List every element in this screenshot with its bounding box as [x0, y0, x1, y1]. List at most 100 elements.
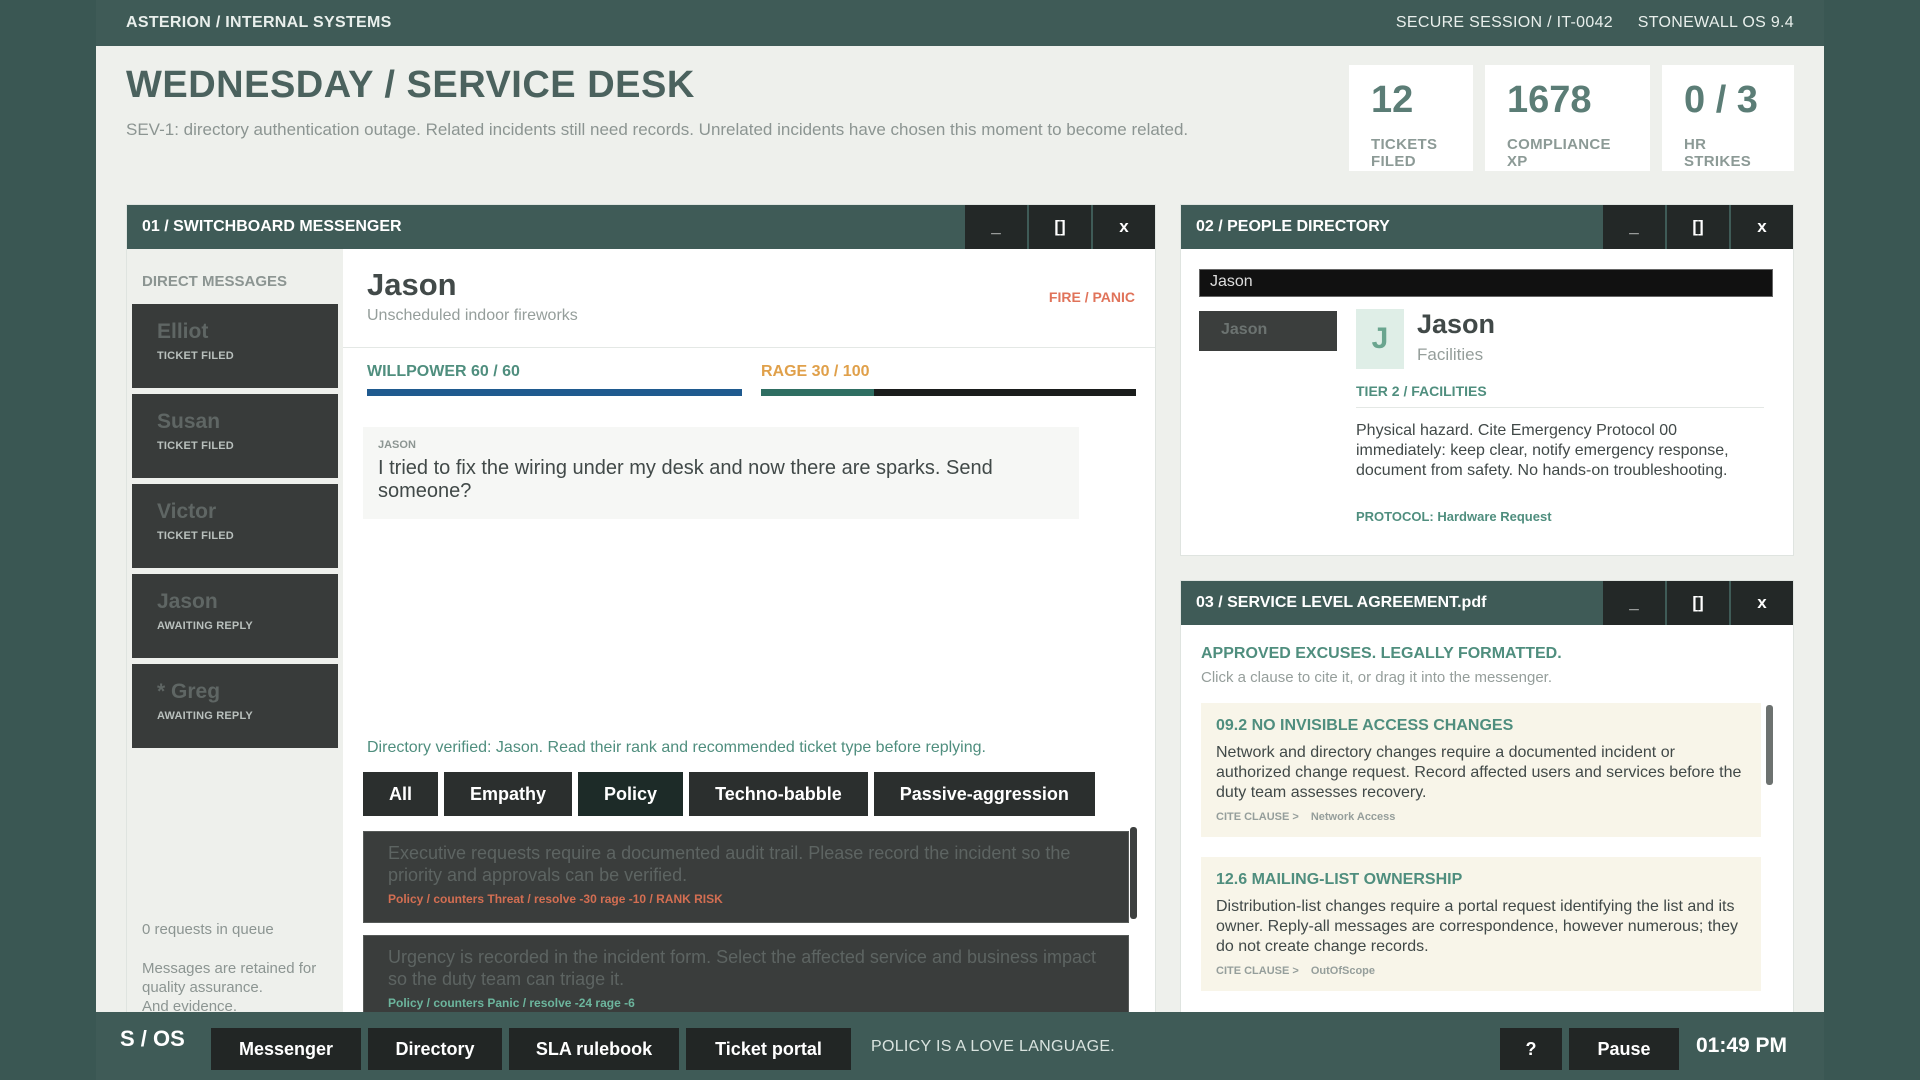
filter-all[interactable]: All: [363, 772, 439, 816]
message-text: I tried to fix the wiring under my desk …: [378, 457, 993, 502]
status-ticker: POLICY IS A LOVE LANGUAGE.: [871, 1038, 1116, 1055]
stat-label: TICKETS FILED: [1371, 136, 1438, 170]
stat-label: COMPLIANCE XP: [1507, 136, 1611, 170]
contact-name: Susan: [157, 410, 221, 433]
contact-name: Elliot: [157, 320, 209, 343]
stat-xp: 1678 COMPLIANCE XP: [1485, 65, 1650, 171]
message-bubble: JASON I tried to fix the wiring under my…: [363, 427, 1079, 519]
maximize-button[interactable]: []: [1667, 581, 1729, 625]
pause-button[interactable]: Pause: [1569, 1028, 1679, 1070]
directory-result-button[interactable]: Jason: [1199, 311, 1337, 351]
reply-text: Urgency is recorded in the incident form…: [388, 947, 1097, 989]
page-subtitle: SEV-1: directory authentication outage. …: [126, 120, 1189, 139]
person-tier: TIER 2 / FACILITIES: [1356, 383, 1487, 399]
window-title: 03 / SERVICE LEVEL AGREEMENT.pdf: [1196, 594, 1487, 611]
cite-clause-link[interactable]: CITE CLAUSE >: [1216, 965, 1299, 977]
incident-tag: FIRE / PANIC: [1048, 289, 1135, 305]
clause-cite[interactable]: CITE CLAUSE > Network Access: [1216, 811, 1746, 823]
sla-heading: APPROVED EXCUSES. LEGALLY FORMATTED.: [1201, 645, 1562, 662]
messenger-sidebar: DIRECT MESSAGES Elliot TICKET FILED Susa…: [127, 249, 343, 1033]
taskbar-messenger-button[interactable]: Messenger: [211, 1028, 361, 1070]
sla-instructions: Click a clause to cite it, or drag it in…: [1201, 669, 1552, 686]
reply-meta: Policy / counters Panic / resolve -24 ra…: [388, 996, 635, 1010]
filter-policy[interactable]: Policy: [578, 772, 684, 816]
contact-status: TICKET FILED: [157, 350, 234, 362]
chat-contact-name: Jason: [367, 267, 457, 302]
stat-tickets: 12 TICKETS FILED: [1349, 65, 1473, 171]
stat-strikes: 0 / 3 HR STRIKES: [1662, 65, 1794, 171]
clause-cite[interactable]: CITE CLAUSE > OutOfScope: [1216, 965, 1746, 977]
directory-titlebar[interactable]: 02 / PEOPLE DIRECTORY _ [] x: [1181, 205, 1793, 249]
taskbar-directory-button[interactable]: Directory: [368, 1028, 502, 1070]
filter-techno-babble[interactable]: Techno-babble: [689, 772, 868, 816]
contact-name: Victor: [157, 500, 217, 523]
os-version: STONEWALL OS 9.4: [1637, 14, 1794, 31]
sla-window: 03 / SERVICE LEVEL AGREEMENT.pdf _ [] x …: [1180, 580, 1794, 1034]
taskbar-ticket-portal-button[interactable]: Ticket portal: [686, 1028, 851, 1070]
sla-clause[interactable]: 09.2 NO INVISIBLE ACCESS CHANGES Network…: [1201, 703, 1761, 837]
minimize-button[interactable]: _: [965, 205, 1027, 249]
cite-clause-link[interactable]: CITE CLAUSE >: [1216, 811, 1299, 823]
filter-empathy[interactable]: Empathy: [444, 772, 573, 816]
stat-value: 1678: [1507, 79, 1592, 121]
stats-group: 12 TICKETS FILED 1678 COMPLIANCE XP 0 / …: [1349, 65, 1794, 171]
contact-victor[interactable]: Victor TICKET FILED: [132, 484, 338, 568]
window-title: 02 / PEOPLE DIRECTORY: [1196, 218, 1390, 235]
clause-body: Network and directory changes require a …: [1216, 744, 1742, 801]
messenger-titlebar[interactable]: 01 / SWITCHBOARD MESSENGER _ [] x: [127, 205, 1155, 249]
retention-notice: Messages are retained for quality assura…: [142, 960, 317, 1015]
clause-tag: Network Access: [1310, 811, 1396, 823]
stat-value: 12: [1371, 79, 1414, 121]
help-button[interactable]: ?: [1500, 1028, 1562, 1070]
os-logo: S / OS: [120, 1026, 185, 1051]
rage-bar: [761, 389, 1136, 396]
filter-passive-aggression[interactable]: Passive-aggression: [873, 772, 1095, 816]
willpower-meter: WILLPOWER 60 / 60: [367, 363, 742, 396]
chat-contact-subtitle: Unscheduled indoor fireworks: [367, 307, 578, 324]
contact-susan[interactable]: Susan TICKET FILED: [132, 394, 338, 478]
messenger-window: 01 / SWITCHBOARD MESSENGER _ [] x DIRECT…: [126, 204, 1156, 1034]
willpower-fill: [367, 389, 742, 396]
sla-scrollbar[interactable]: [1766, 705, 1773, 785]
rage-meter: RAGE 30 / 100: [761, 363, 1136, 396]
sla-clause[interactable]: 12.6 MAILING-LIST OWNERSHIP Distribution…: [1201, 857, 1761, 991]
maximize-button[interactable]: []: [1029, 205, 1091, 249]
queue-count: 0 requests in queue: [142, 921, 274, 938]
session-info: SECURE SESSION / IT-0042 STONEWALL OS 9.…: [1396, 14, 1794, 32]
maximize-button[interactable]: []: [1667, 205, 1729, 249]
person-note: Physical hazard. Cite Emergency Protocol…: [1356, 422, 1729, 479]
taskbar-sla-button[interactable]: SLA rulebook: [509, 1028, 679, 1070]
close-button[interactable]: x: [1731, 581, 1793, 625]
reply-meta: Policy / counters Threat / resolve -30 r…: [388, 892, 723, 906]
minimize-button[interactable]: _: [1603, 581, 1665, 625]
reply-option[interactable]: Executive requests require a documented …: [363, 831, 1129, 923]
directory-window: 02 / PEOPLE DIRECTORY _ [] x Jason Jason…: [1180, 204, 1794, 556]
chat-area: Jason Unscheduled indoor fireworks FIRE …: [343, 249, 1155, 1033]
replies-scrollbar[interactable]: [1130, 827, 1137, 919]
window-controls: _ [] x: [1601, 581, 1793, 625]
contact-jason[interactable]: Jason AWAITING REPLY: [132, 574, 338, 658]
rage-fill: [761, 389, 874, 396]
divider: [1356, 407, 1764, 408]
contact-elliot[interactable]: Elliot TICKET FILED: [132, 304, 338, 388]
avatar: J: [1356, 309, 1404, 369]
close-button[interactable]: x: [1093, 205, 1155, 249]
verified-notice: Directory verified: Jason. Read their ra…: [367, 739, 986, 756]
directory-search-input[interactable]: Jason: [1199, 269, 1773, 297]
contact-status: AWAITING REPLY: [157, 710, 253, 722]
contact-name: Jason: [157, 590, 218, 613]
sla-titlebar[interactable]: 03 / SERVICE LEVEL AGREEMENT.pdf _ [] x: [1181, 581, 1793, 625]
minimize-button[interactable]: _: [1603, 205, 1665, 249]
app-frame: ASTERION / INTERNAL SYSTEMS SECURE SESSI…: [96, 0, 1824, 1080]
clause-tag: OutOfScope: [1310, 965, 1375, 977]
person-name: Jason: [1417, 309, 1496, 339]
willpower-bar: [367, 389, 742, 396]
person-protocol: PROTOCOL: Hardware Request: [1356, 509, 1552, 524]
close-button[interactable]: x: [1731, 205, 1793, 249]
contact-greg[interactable]: * Greg AWAITING REPLY: [132, 664, 338, 748]
reply-filters: All Empathy Policy Techno-babble Passive…: [363, 772, 1095, 816]
top-bar: ASTERION / INTERNAL SYSTEMS SECURE SESSI…: [96, 0, 1824, 46]
stat-value: 0 / 3: [1684, 79, 1758, 121]
reply-text: Executive requests require a documented …: [388, 843, 1071, 885]
contact-status: TICKET FILED: [157, 530, 234, 542]
